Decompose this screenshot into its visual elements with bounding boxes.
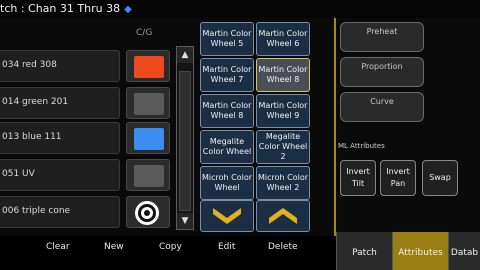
- color-wheel-button[interactable]: Martin Color Wheel 6: [256, 22, 310, 56]
- color-chip: [134, 93, 164, 115]
- proportion-button[interactable]: Proportion: [340, 57, 424, 87]
- color-wheel-button[interactable]: Martin Color Wheel 9: [256, 94, 310, 128]
- color-chip: [134, 56, 164, 78]
- color-wheel-button[interactable]: Martin Color Wheel 8: [200, 94, 254, 128]
- invert-tilt-button[interactable]: Invert Tilt: [340, 160, 376, 196]
- list-item[interactable]: 013 blue 111: [0, 122, 120, 154]
- color-wheel-button[interactable]: Microh Color Wheel: [200, 166, 254, 200]
- list-item[interactable]: 034 red 308: [0, 50, 120, 82]
- color-swatch-button[interactable]: [126, 196, 170, 228]
- title-bar: tch : Chan 31 Thru 38 ◆: [0, 0, 480, 18]
- color-chip: [134, 128, 164, 150]
- tab-patch[interactable]: Patch: [336, 232, 392, 270]
- invert-pan-button[interactable]: Invert Pan: [380, 160, 416, 196]
- color-swatch-button[interactable]: [126, 159, 170, 191]
- diamond-icon: ◆: [124, 4, 132, 15]
- list-item-label: 014 green 201: [2, 97, 69, 107]
- panel-divider: [334, 18, 336, 240]
- delete-button[interactable]: Delete: [268, 242, 298, 252]
- list-item[interactable]: 006 triple cone: [0, 196, 120, 228]
- scroll-up-button[interactable]: ▲: [177, 47, 193, 63]
- chevron-up-icon: [269, 208, 297, 224]
- tab-datab[interactable]: Datab: [448, 232, 480, 270]
- copy-button[interactable]: Copy: [159, 242, 182, 252]
- preheat-button[interactable]: Preheat: [340, 22, 424, 52]
- chevron-down-icon: [213, 208, 241, 224]
- swap-button[interactable]: Swap: [422, 160, 458, 196]
- list-item-label: 006 triple cone: [2, 206, 71, 216]
- clear-button[interactable]: Clear: [46, 242, 70, 252]
- color-swatch-button[interactable]: [126, 87, 170, 119]
- list-item[interactable]: 051 UV: [0, 159, 120, 191]
- color-swatch-button[interactable]: [126, 50, 170, 82]
- scroll-thumb[interactable]: [179, 71, 191, 211]
- color-wheel-button[interactable]: Megalite Color Wheel 2: [256, 130, 310, 164]
- edit-button[interactable]: Edit: [218, 242, 235, 252]
- new-button[interactable]: New: [104, 242, 124, 252]
- color-wheel-button[interactable]: Microh Color Wheel 2: [256, 166, 310, 200]
- page-up-button[interactable]: [256, 200, 310, 232]
- column-header-cg: C/G: [136, 28, 153, 38]
- page-down-button[interactable]: [200, 200, 254, 232]
- color-wheel-button[interactable]: Martin Color Wheel 8: [256, 58, 310, 92]
- page-title: tch : Chan 31 Thru 38 ◆: [0, 2, 132, 15]
- color-wheel-button[interactable]: Megalite Color Wheel: [200, 130, 254, 164]
- color-wheel-button[interactable]: Martin Color Wheel 7: [200, 58, 254, 92]
- color-chip: [134, 165, 164, 187]
- curve-button[interactable]: Curve: [340, 92, 424, 122]
- list-item-label: 034 red 308: [2, 60, 57, 70]
- color-wheel-button[interactable]: Martin Color Wheel 5: [200, 22, 254, 56]
- tab-attributes[interactable]: Attributes: [392, 232, 448, 270]
- list-item[interactable]: 014 green 201: [0, 87, 120, 119]
- ml-attributes-label: ML Attributes: [338, 142, 385, 150]
- scroll-down-button[interactable]: ▼: [177, 213, 193, 229]
- color-swatch-button[interactable]: [126, 122, 170, 154]
- list-item-label: 013 blue 111: [2, 132, 62, 142]
- list-item-label: 051 UV: [2, 169, 35, 179]
- scrollbar[interactable]: ▲ ▼: [176, 46, 194, 230]
- target-icon: [135, 201, 159, 225]
